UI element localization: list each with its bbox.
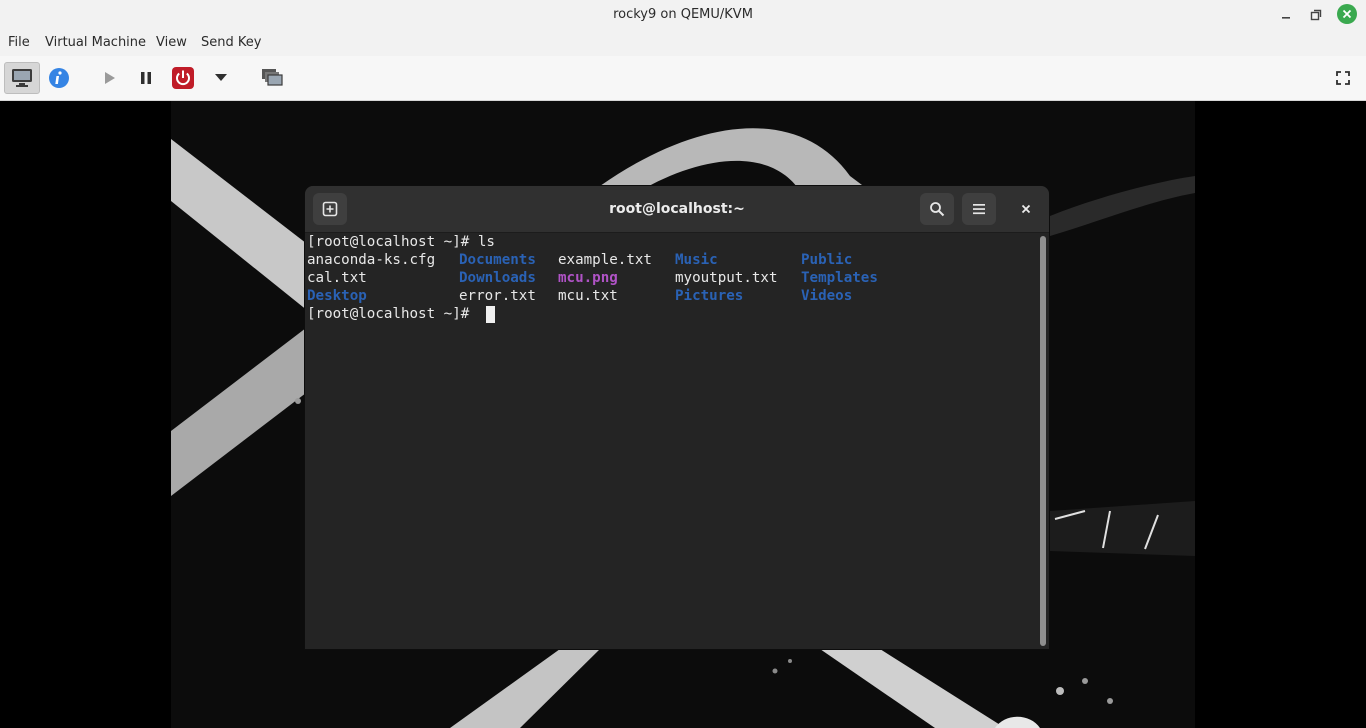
menu-view[interactable]: View xyxy=(156,30,187,56)
menu-virtual-machine[interactable]: Virtual Machine xyxy=(45,30,146,56)
directory-entry: Documents xyxy=(459,252,536,268)
text-cursor xyxy=(486,306,495,323)
directory-entry: Public xyxy=(801,252,853,268)
directory-entry: Desktop xyxy=(307,288,367,304)
prompt-line: [root@localhost ~]# xyxy=(307,306,470,322)
file-entry: cal.txt xyxy=(307,270,367,286)
directory-entry: Templates xyxy=(801,270,878,286)
pause-button[interactable] xyxy=(135,62,157,94)
menu-file[interactable]: File xyxy=(8,30,30,56)
directory-entry: Pictures xyxy=(675,288,744,304)
terminal-scrollbar[interactable] xyxy=(1040,236,1046,646)
file-entry: example.txt xyxy=(558,252,652,268)
maximize-icon xyxy=(1310,9,1322,21)
console-button[interactable] xyxy=(4,62,40,94)
search-icon xyxy=(930,202,945,217)
maximize-button[interactable] xyxy=(1307,6,1325,24)
hamburger-menu-icon xyxy=(973,204,985,215)
snapshots-button[interactable] xyxy=(260,62,284,94)
fullscreen-icon xyxy=(1336,71,1350,85)
file-entry: mcu.txt xyxy=(558,288,618,304)
chevron-down-icon xyxy=(215,74,227,81)
image-file-entry: mcu.png xyxy=(558,270,618,286)
shutdown-menu-button[interactable] xyxy=(211,62,231,94)
vm-display[interactable]: root@localhost:~ [root@localhost ~]# ls xyxy=(0,101,1366,728)
console-icon xyxy=(12,69,32,87)
details-button[interactable] xyxy=(47,62,71,94)
pause-icon xyxy=(141,72,151,84)
command-line: [root@localhost ~]# ls xyxy=(307,234,495,250)
fullscreen-button[interactable] xyxy=(1332,62,1354,94)
minimize-button[interactable] xyxy=(1277,6,1295,24)
menubar: File Virtual Machine View Send Key xyxy=(0,30,1366,56)
directory-entry: Downloads xyxy=(459,270,536,286)
terminal-headerbar: root@localhost:~ xyxy=(305,186,1049,233)
window-titlebar: rocky9 on QEMU/KVM xyxy=(0,0,1366,30)
directory-entry: Videos xyxy=(801,288,853,304)
power-icon xyxy=(172,67,194,89)
terminal-output[interactable]: [root@localhost ~]# ls anaconda-ks.cfg D… xyxy=(305,233,1037,649)
terminal-menu-button[interactable] xyxy=(962,193,996,225)
info-icon xyxy=(49,68,69,88)
file-entry: myoutput.txt xyxy=(675,270,778,286)
close-button[interactable] xyxy=(1337,4,1357,24)
close-icon xyxy=(1342,9,1352,19)
toolbar xyxy=(0,56,1366,101)
play-icon xyxy=(105,72,115,84)
window-title: rocky9 on QEMU/KVM xyxy=(613,7,753,22)
terminal-close-button[interactable] xyxy=(1009,193,1043,225)
close-icon xyxy=(1021,204,1031,214)
snapshots-icon xyxy=(262,69,283,86)
minimize-icon xyxy=(1282,17,1290,19)
shutdown-button[interactable] xyxy=(171,62,195,94)
terminal-search-button[interactable] xyxy=(920,193,954,225)
file-entry: error.txt xyxy=(459,288,536,304)
run-button[interactable] xyxy=(98,62,120,94)
file-entry: anaconda-ks.cfg xyxy=(307,252,436,268)
menu-send-key[interactable]: Send Key xyxy=(201,30,261,56)
directory-entry: Music xyxy=(675,252,718,268)
terminal-window[interactable]: root@localhost:~ [root@localhost ~]# ls xyxy=(305,186,1049,649)
